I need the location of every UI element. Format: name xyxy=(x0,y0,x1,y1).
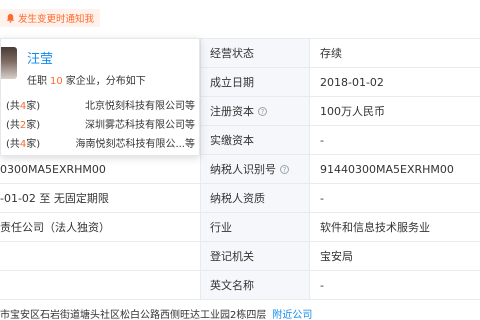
table-row: 责任公司（法人独资） 行业 软件和信息技术服务业 xyxy=(0,213,480,242)
field-label: 经营状态 xyxy=(200,39,310,67)
left-value xyxy=(0,242,200,270)
field-label: 英文名称 xyxy=(200,271,310,299)
person-name-link[interactable]: 汪莹 xyxy=(27,48,53,67)
field-value: 91440300MA5EXRHM00 xyxy=(320,162,454,176)
company-name: 北京悦刻科技有限公司等 xyxy=(85,101,195,112)
field-label-text: 注册资本 xyxy=(210,105,254,118)
left-value: 责任公司（法人独资） xyxy=(0,221,110,234)
field-value: 100万人民币 xyxy=(320,105,385,118)
person-popover: 汪莹 任职 10 家企业，分布如下 (共4家) 北京悦刻科技有限公司等 (共2家) … xyxy=(0,38,200,156)
field-label: 行业 xyxy=(200,213,310,241)
table-row: 英文名称 - xyxy=(0,271,480,300)
field-value: - xyxy=(320,278,324,292)
nearby-companies-link[interactable]: 附近公司 xyxy=(272,310,312,320)
bell-icon xyxy=(6,13,15,23)
person-summary: 任职 10 家企业，分布如下 xyxy=(27,72,146,87)
field-label-text: 纳税人识别号 xyxy=(210,163,276,176)
table-row: 0300MA5EXRHM00 纳税人识别号 ? 91440300MA5EXRHM… xyxy=(0,155,480,184)
field-label: 纳税人资质 xyxy=(200,184,310,212)
help-icon[interactable]: ? xyxy=(280,164,289,174)
company-group-count: (共2家) xyxy=(1,116,73,131)
count-prefix: (共 xyxy=(6,139,20,150)
list-item[interactable]: (共2家) 深圳雾芯科技有限公司等 xyxy=(1,114,201,133)
field-label: 实缴资本 xyxy=(200,126,310,154)
registered-address: 市宝安区石岩街道塘头社区松白公路西侧旺达工业园2栋四层 附近公司 xyxy=(0,306,312,320)
count-prefix: (共 xyxy=(6,120,20,131)
count-suffix: 家) xyxy=(26,101,41,112)
field-label: 登记机关 xyxy=(200,242,310,270)
count-suffix: 家) xyxy=(26,120,41,131)
help-icon[interactable]: ? xyxy=(258,106,267,116)
field-label: 成立日期 xyxy=(200,68,310,96)
field-value: 2018-01-02 xyxy=(320,75,384,89)
left-value: 0300MA5EXRHM00 xyxy=(0,162,106,176)
company-group-count: (共4家) xyxy=(1,135,73,150)
left-value: -01-02 至 无固定期限 xyxy=(0,192,109,205)
table-row: 登记机关 宝安局 xyxy=(0,242,480,271)
change-notification-button[interactable]: 发生变更时通知我 xyxy=(0,9,101,27)
field-value: 宝安局 xyxy=(320,250,353,263)
count-prefix: (共 xyxy=(6,101,20,112)
notification-label: 发生变更时通知我 xyxy=(18,14,95,25)
company-count: 10 xyxy=(50,76,63,87)
field-label: 注册资本 ? xyxy=(200,97,310,125)
field-value: 存续 xyxy=(320,47,342,60)
field-value: 软件和信息技术服务业 xyxy=(320,221,430,234)
list-item[interactable]: (共4家) 北京悦刻科技有限公司等 xyxy=(1,95,201,114)
table-row: -01-02 至 无固定期限 纳税人资质 - xyxy=(0,184,480,213)
field-label: 纳税人识别号 ? xyxy=(200,155,310,183)
count-suffix: 家) xyxy=(26,139,41,150)
list-item[interactable]: (共4家) 海南悦刻芯科技有限公...等 xyxy=(1,133,201,152)
company-name: 海南悦刻芯科技有限公...等 xyxy=(75,139,195,150)
summary-prefix: 任职 xyxy=(27,76,47,87)
left-value xyxy=(0,271,200,299)
avatar[interactable] xyxy=(1,47,17,79)
field-value: - xyxy=(320,191,324,205)
summary-suffix: 家企业，分布如下 xyxy=(65,76,146,87)
company-name: 深圳雾芯科技有限公司等 xyxy=(85,120,195,131)
company-group-count: (共4家) xyxy=(1,97,73,112)
address-text: 市宝安区石岩街道塘头社区松白公路西侧旺达工业园2栋四层 xyxy=(0,310,267,320)
field-value: - xyxy=(320,133,324,147)
company-list: (共4家) 北京悦刻科技有限公司等 (共2家) 深圳雾芯科技有限公司等 (共4家… xyxy=(1,95,201,152)
